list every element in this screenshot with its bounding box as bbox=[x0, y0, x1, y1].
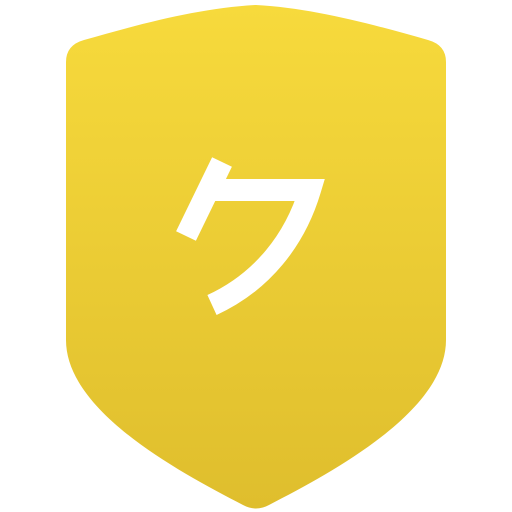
shield-icon bbox=[66, 5, 446, 509]
app-icon bbox=[0, 0, 512, 512]
shield-shape bbox=[66, 5, 446, 509]
